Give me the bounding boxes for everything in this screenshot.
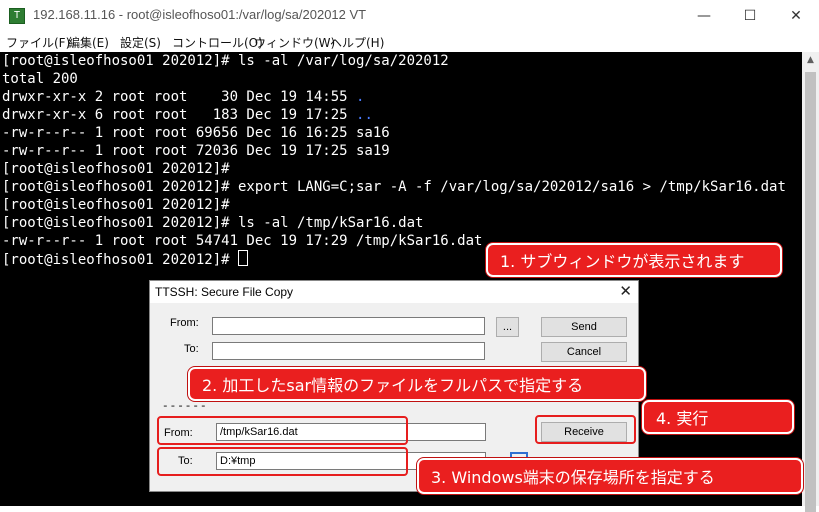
terminal-line: [root@isleofhoso01 202012]# ls -al /tmp/… xyxy=(2,215,424,231)
terminal-line: [root@isleofhoso01 202012]# ls -al /var/… xyxy=(2,53,449,69)
minimize-button[interactable]: — xyxy=(681,0,727,32)
terminal-line: [root@isleofhoso01 202012]# xyxy=(2,197,230,213)
send-from-label: From: xyxy=(170,317,199,329)
window-titlebar[interactable]: T 192.168.11.16 - root@isleofhoso01:/var… xyxy=(0,0,819,32)
terminal-line: -rw-r--r-- 1 root root 54741 Dec 19 17:2… xyxy=(2,233,483,249)
terminal-scrollbar[interactable]: ▲ xyxy=(802,52,819,512)
scroll-up-arrow-icon[interactable]: ▲ xyxy=(802,52,819,69)
highlight-recv-to xyxy=(157,447,408,476)
menu-help[interactable]: ヘルプ(H) xyxy=(330,34,384,51)
highlight-recv-from xyxy=(157,416,408,445)
terminal-line: [root@isleofhoso01 202012]# export LANG=… xyxy=(2,179,786,195)
callout-step1: 1. サブウィンドウが表示されます xyxy=(486,243,782,277)
send-to-label: To: xyxy=(184,343,199,355)
terminal-prompt: [root@isleofhoso01 202012]# xyxy=(2,252,239,268)
send-button[interactable]: Send xyxy=(541,317,627,337)
dir-parent-link: .. xyxy=(356,107,373,123)
teraterm-app-icon: T xyxy=(9,8,25,24)
browse-button[interactable]: ... xyxy=(496,317,519,337)
terminal-line-text: drwxr-xr-x 6 root root 183 Dec 19 17:25 xyxy=(2,107,357,123)
terminal-line: -rw-r--r-- 1 root root 69656 Dec 16 16:2… xyxy=(2,125,390,141)
terminal-line: -rw-r--r-- 1 root root 72036 Dec 19 17:2… xyxy=(2,143,390,159)
cancel-button[interactable]: Cancel xyxy=(541,342,627,362)
section-divider: ------ xyxy=(162,401,208,413)
maximize-button[interactable]: ☐ xyxy=(727,0,773,32)
scrollbar-thumb[interactable] xyxy=(805,72,816,512)
callout-step3: 3. Windows端末の保存場所を指定する xyxy=(417,458,803,494)
terminal-line: drwxr-xr-x 2 root root 30 Dec 19 14:55 . xyxy=(2,88,364,106)
callout-step4: 4. 実行 xyxy=(642,400,794,434)
send-to-input[interactable] xyxy=(212,342,485,360)
menu-edit[interactable]: 編集(E) xyxy=(68,34,109,51)
close-button[interactable]: ✕ xyxy=(773,0,819,32)
terminal-line: total 200 xyxy=(2,71,78,87)
terminal-line: [root@isleofhoso01 202012]# xyxy=(2,161,230,177)
callout-step2: 2. 加工したsar情報のファイルをフルパスで指定する xyxy=(188,367,646,401)
window-title: 192.168.11.16 - root@isleofhoso01:/var/l… xyxy=(33,7,367,22)
highlight-receive-button xyxy=(535,415,636,444)
menu-settings[interactable]: 設定(S) xyxy=(120,34,161,51)
dialog-title: TTSSH: Secure File Copy xyxy=(155,285,294,299)
dialog-close-icon[interactable]: ✕ xyxy=(619,282,632,300)
send-from-input[interactable] xyxy=(212,317,485,335)
terminal-line: drwxr-xr-x 6 root root 183 Dec 19 17:25 … xyxy=(2,106,373,124)
terminal-cursor xyxy=(238,250,249,266)
menu-bar: ファイル(F) 編集(E) 設定(S) コントロール(O) ウィンドウ(W) ヘ… xyxy=(0,32,819,53)
terminal-line: [root@isleofhoso01 202012]# xyxy=(2,250,249,268)
dir-current-link: . xyxy=(356,89,365,105)
menu-window[interactable]: ウィンドウ(W) xyxy=(254,34,335,51)
menu-control[interactable]: コントロール(O) xyxy=(172,34,263,51)
menu-file[interactable]: ファイル(F) xyxy=(6,34,70,51)
terminal-line-text: drwxr-xr-x 2 root root 30 Dec 19 14:55 xyxy=(2,89,357,105)
dialog-titlebar[interactable]: TTSSH: Secure File Copy ✕ xyxy=(150,281,638,303)
